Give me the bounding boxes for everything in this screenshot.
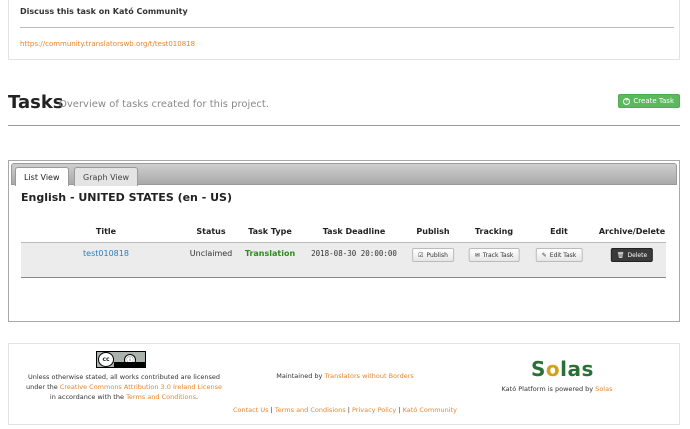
license-text: Unless otherwise stated, all works contr… (18, 372, 230, 402)
terms-conditions-link[interactable]: Terms and Condisions (275, 406, 346, 414)
col-task-deadline: Task Deadline (322, 227, 386, 236)
create-task-button[interactable]: + Create Task (618, 94, 680, 108)
publish-button[interactable]: ☑ Publish (412, 248, 454, 262)
tasks-subtitle: Overview of tasks created for this proje… (59, 99, 270, 110)
task-deadline: 2018-08-30 20:00:00 (311, 249, 397, 258)
trash-icon: 🗑 (616, 251, 625, 259)
track-task-button[interactable]: ✉ Track Task (468, 248, 520, 262)
language-heading: English - UNITED STATES (en - US) (21, 191, 232, 204)
contact-us-link[interactable]: Contact Us (233, 406, 269, 414)
task-type: Translation (244, 249, 296, 258)
tab-list-view[interactable]: List View (15, 167, 69, 186)
col-edit: Edit (550, 227, 568, 236)
link-separator: | (270, 406, 273, 414)
terms-link[interactable]: Terms and Conditions (126, 393, 196, 401)
plus-circle-icon: + (623, 97, 631, 105)
cc-badge-strip (114, 362, 145, 367)
discuss-title: Discuss this task on Kató Community (20, 7, 188, 16)
delete-label: Delete (627, 251, 648, 259)
license-middle: in accordance with the (49, 393, 124, 401)
kato-community-link[interactable]: Kató Community (403, 406, 457, 414)
discuss-box: Discuss this task on Kató Community http… (8, 0, 680, 60)
license-link[interactable]: Creative Commons Attribution 3.0 Ireland… (60, 383, 222, 391)
maintained-prefix: Maintained by (276, 372, 323, 380)
col-archive-delete: Archive/Delete (598, 227, 666, 236)
table-row: test010818 Unclaimed Translation 2018-08… (21, 242, 666, 278)
tasks-title: Tasks (8, 92, 64, 113)
col-publish: Publish (416, 227, 450, 236)
task-title-link[interactable]: test010818 (83, 249, 129, 258)
discuss-divider (20, 27, 674, 28)
edit-task-button[interactable]: ✎ Edit Task (535, 248, 583, 262)
track-task-label: Track Task (482, 251, 514, 259)
maintained-by: Maintained by Translators without Border… (235, 372, 455, 380)
tasks-header: Tasks Overview of tasks created for this… (8, 92, 680, 116)
col-tracking: Tracking (474, 227, 514, 236)
creative-commons-badge[interactable]: cc ⓘ (96, 351, 146, 368)
discuss-community-link[interactable]: https://community.translatorswb.org/t/te… (20, 40, 195, 48)
link-separator: | (398, 406, 401, 414)
view-tabs: List View Graph View (11, 163, 677, 186)
link-separator: | (347, 406, 350, 414)
col-status: Status (196, 227, 226, 236)
solas-link[interactable]: Solas (595, 385, 612, 393)
powered-prefix: Kató Platform is powered by (501, 385, 594, 393)
tab-graph-view[interactable]: Graph View (74, 167, 139, 186)
tasks-divider (8, 125, 680, 126)
check-box-icon: ☑ (418, 251, 424, 259)
create-task-label: Create Task (633, 97, 674, 105)
footer-links: Contact Us | Terms and Condisions | Priv… (9, 406, 681, 414)
col-title: Title (95, 227, 117, 236)
publish-label: Publish (426, 251, 448, 259)
envelope-icon: ✉ (474, 251, 480, 259)
pencil-icon: ✎ (541, 251, 547, 259)
edit-task-label: Edit Task (549, 251, 577, 259)
table-header: Title Status Task Type Task Deadline Pub… (21, 227, 671, 241)
col-task-type: Task Type (248, 227, 292, 236)
tasks-panel: List View Graph View English - UNITED ST… (8, 160, 680, 322)
powered-by: Kató Platform is powered by Solas (489, 385, 625, 393)
footer: cc ⓘ Unless otherwise stated, all works … (8, 343, 680, 425)
delete-button[interactable]: 🗑 Delete (610, 248, 654, 262)
privacy-policy-link[interactable]: Privacy Policy (352, 406, 396, 414)
task-status: Unclaimed (189, 249, 233, 258)
cc-logo-icon: cc (98, 352, 114, 367)
twb-link[interactable]: Translators without Borders (324, 372, 413, 380)
solas-logo: Solas (531, 357, 594, 381)
license-end: . (195, 393, 199, 401)
